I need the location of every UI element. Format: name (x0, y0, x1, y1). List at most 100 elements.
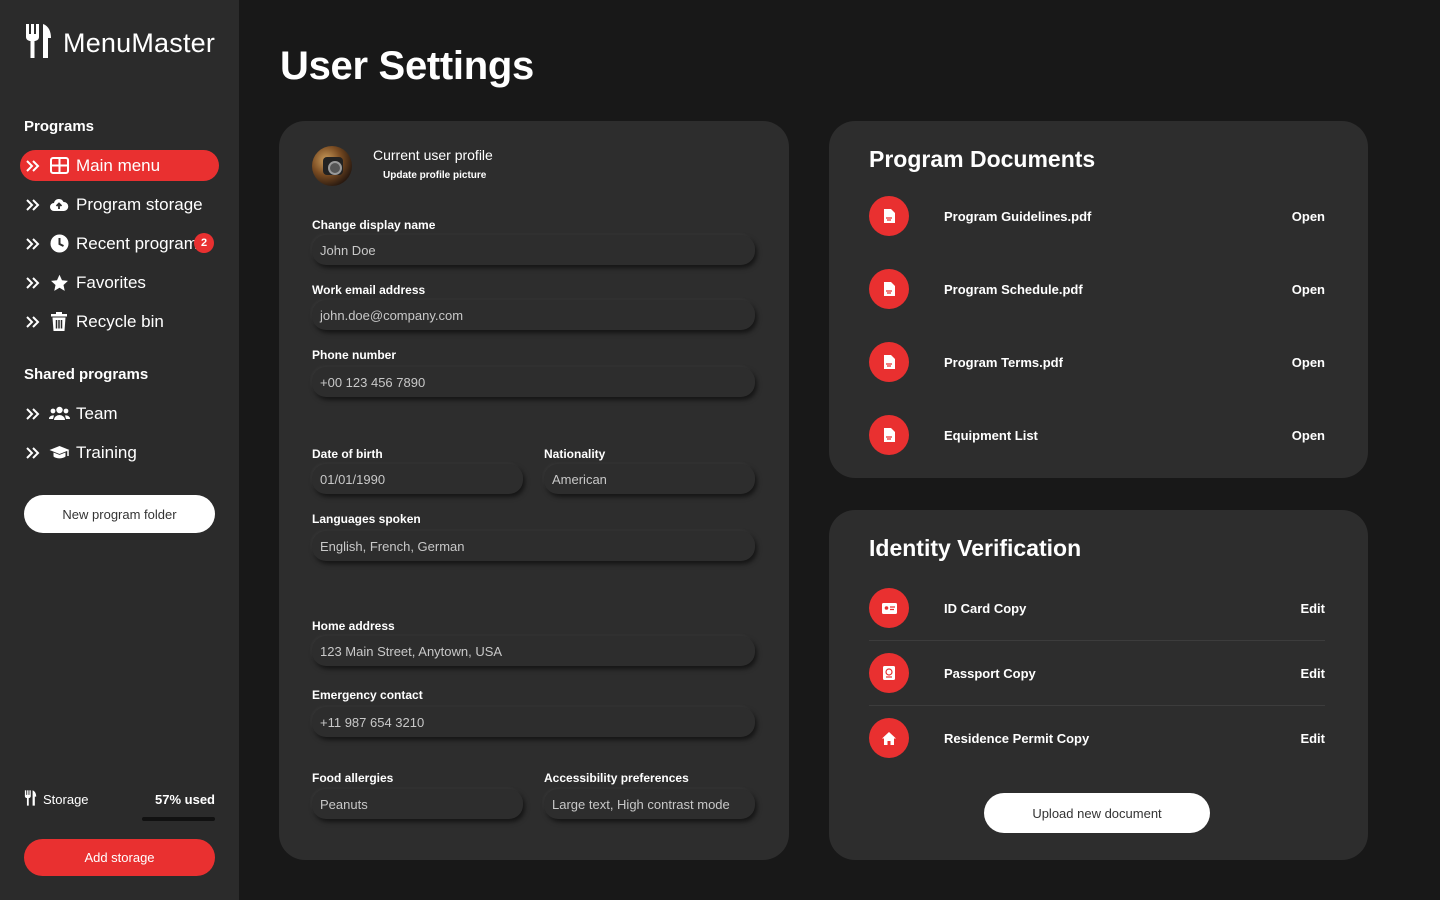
document-name: Program Schedule.pdf (944, 281, 1083, 297)
sidebar: MenuMaster Programs Main menu Program st… (0, 0, 239, 900)
divider (869, 705, 1325, 706)
document-row: Program Schedule.pdf Open (869, 267, 1325, 311)
users-icon (48, 406, 70, 421)
sidebar-item-training[interactable]: Training (20, 437, 219, 468)
notification-badge: 2 (194, 233, 214, 253)
sidebar-item-favorites[interactable]: Favorites (20, 267, 219, 298)
sidebar-item-label: Team (76, 403, 118, 423)
chevron-double-right-icon (24, 198, 42, 211)
add-storage-button[interactable]: Add storage (24, 839, 215, 876)
accessibility-field[interactable]: Large text, High contrast mode (544, 789, 755, 819)
id-card-icon (869, 588, 909, 628)
food-allergies-field[interactable]: Peanuts (312, 789, 523, 819)
sidebar-item-label: Recycle bin (76, 311, 164, 331)
accessibility-label: Accessibility preferences (544, 771, 689, 785)
sidebar-item-label: Training (76, 442, 137, 462)
programs-section-title: Programs (24, 118, 95, 135)
brand[interactable]: MenuMaster (24, 24, 215, 63)
phone-field[interactable]: +00 123 456 7890 (312, 367, 755, 397)
graduation-cap-icon (48, 445, 70, 460)
open-document-button[interactable]: Open (1292, 282, 1325, 297)
phone-label: Phone number (312, 348, 397, 362)
sidebar-item-label: Favorites (76, 272, 146, 292)
nationality-label: Nationality (544, 447, 606, 461)
document-row: Program Guidelines.pdf Open (869, 194, 1325, 238)
identity-doc-name: ID Card Copy (944, 600, 1027, 616)
trash-icon (48, 312, 70, 331)
upload-new-document-button[interactable]: Upload new document (984, 793, 1210, 833)
grid-icon (48, 157, 70, 174)
edit-identity-button[interactable]: Edit (1300, 731, 1325, 746)
dob-field[interactable]: 01/01/1990 (312, 464, 523, 494)
pdf-file-icon (869, 269, 909, 309)
chevron-double-right-icon (24, 315, 42, 328)
new-program-folder-button[interactable]: New program folder (24, 495, 215, 533)
edit-identity-button[interactable]: Edit (1300, 601, 1325, 616)
sidebar-item-program-storage[interactable]: Program storage (20, 189, 219, 220)
chevron-double-right-icon (24, 159, 42, 172)
identity-verification-title: Identity Verification (869, 535, 1082, 561)
program-documents-card: Program Documents Program Guidelines.pdf… (829, 121, 1368, 478)
divider (869, 640, 1325, 641)
document-name: Program Terms.pdf (944, 354, 1063, 370)
nationality-field[interactable]: American (544, 464, 755, 494)
open-document-button[interactable]: Open (1292, 355, 1325, 370)
storage-used-text: 57% used (155, 792, 215, 807)
emergency-contact-field[interactable]: +11 987 654 3210 (312, 707, 755, 737)
storage-info: Storage 57% used (24, 790, 215, 809)
display-name-label: Change display name (312, 218, 436, 232)
fork-knife-icon (24, 24, 55, 63)
cloud-upload-icon (48, 198, 70, 212)
sidebar-item-recent-programs[interactable]: Recent programs 2 (20, 228, 219, 259)
open-document-button[interactable]: Open (1292, 209, 1325, 224)
pdf-file-icon (869, 415, 909, 455)
email-label: Work email address (312, 283, 426, 297)
chevron-double-right-icon (24, 407, 42, 420)
home-icon (869, 718, 909, 758)
profile-heading: Current user profile (373, 147, 493, 163)
page-title: User Settings (280, 44, 534, 88)
star-icon (48, 274, 70, 292)
open-document-button[interactable]: Open (1292, 428, 1325, 443)
program-documents-title: Program Documents (869, 146, 1096, 172)
email-field[interactable]: john.doe@company.com (312, 300, 755, 330)
pdf-file-icon (869, 196, 909, 236)
storage-progress-bar (142, 817, 215, 821)
sidebar-item-team[interactable]: Team (20, 398, 219, 429)
identity-verification-card: Identity Verification ID Card Copy Edit … (829, 510, 1368, 860)
shared-programs-section-title: Shared programs (24, 366, 149, 383)
pdf-file-icon (869, 342, 909, 382)
document-row: Equipment List Open (869, 413, 1325, 457)
display-name-field[interactable]: John Doe (312, 235, 755, 265)
clock-icon (48, 234, 70, 253)
document-row: Program Terms.pdf Open (869, 340, 1325, 384)
document-name: Program Guidelines.pdf (944, 208, 1092, 224)
sidebar-item-main-menu[interactable]: Main menu (20, 150, 219, 181)
identity-row: Passport Copy Edit (869, 651, 1325, 695)
sidebar-item-label: Recent programs (76, 233, 207, 253)
document-name: Equipment List (944, 427, 1038, 443)
dob-label: Date of birth (312, 447, 383, 461)
sidebar-item-recycle-bin[interactable]: Recycle bin (20, 306, 219, 337)
languages-label: Languages spoken (312, 512, 421, 526)
fork-knife-icon (24, 790, 38, 809)
address-field[interactable]: 123 Main Street, Anytown, USA (312, 636, 755, 666)
address-label: Home address (312, 619, 395, 633)
emergency-contact-label: Emergency contact (312, 688, 423, 702)
sidebar-item-label: Program storage (76, 194, 203, 214)
edit-identity-button[interactable]: Edit (1300, 666, 1325, 681)
chevron-double-right-icon (24, 237, 42, 250)
identity-row: Residence Permit Copy Edit (869, 716, 1325, 760)
update-profile-picture-link[interactable]: Update profile picture (383, 170, 486, 181)
sidebar-item-label: Main menu (76, 155, 161, 175)
app-name: MenuMaster (63, 28, 216, 58)
food-allergies-label: Food allergies (312, 771, 394, 785)
storage-label: Storage (43, 792, 89, 807)
passport-icon (869, 653, 909, 693)
identity-row: ID Card Copy Edit (869, 586, 1325, 630)
profile-card: Current user profile Update profile pict… (279, 121, 789, 860)
identity-doc-name: Residence Permit Copy (944, 730, 1090, 746)
languages-field[interactable]: English, French, German (312, 531, 755, 561)
chevron-double-right-icon (24, 276, 42, 289)
avatar[interactable] (312, 146, 352, 186)
